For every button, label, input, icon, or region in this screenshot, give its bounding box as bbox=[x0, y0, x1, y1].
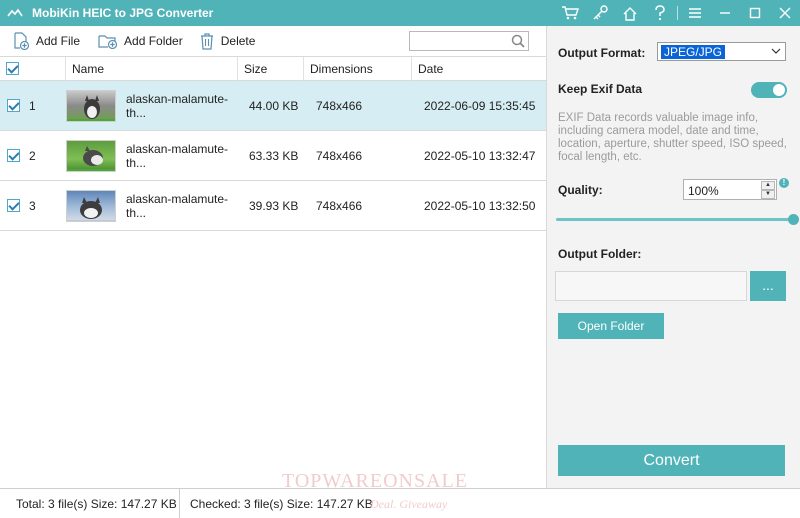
delete-label: Delete bbox=[220, 34, 256, 48]
titlebar-divider bbox=[677, 6, 678, 20]
file-date: 2022-05-10 13:32:50 bbox=[424, 198, 536, 213]
status-total: Total: 3 file(s) Size: 147.27 KB bbox=[0, 488, 180, 518]
add-file-button[interactable]: Add File bbox=[12, 32, 80, 50]
browse-button[interactable]: ... bbox=[750, 271, 786, 301]
keep-exif-toggle[interactable] bbox=[751, 82, 787, 98]
output-format-value: JPEG/JPG bbox=[661, 45, 726, 59]
quality-value: 100% bbox=[688, 184, 719, 198]
convert-button[interactable]: Convert bbox=[558, 445, 785, 476]
watermark-subtext: Deal. Giveaway bbox=[370, 497, 448, 511]
output-format-label: Output Format: bbox=[558, 46, 646, 60]
menu-icon[interactable] bbox=[680, 0, 710, 26]
add-folder-icon bbox=[98, 35, 118, 49]
row-index: 1 bbox=[29, 98, 36, 113]
search-input[interactable] bbox=[409, 31, 529, 51]
file-table: Name Size Dimensions Date 1 alaskan-mala… bbox=[0, 56, 546, 488]
file-size: 39.93 KB bbox=[249, 198, 299, 213]
trash-icon bbox=[200, 32, 213, 50]
add-folder-label: Add Folder bbox=[124, 34, 183, 48]
row-checkbox[interactable] bbox=[7, 199, 20, 212]
key-icon[interactable] bbox=[585, 0, 615, 26]
column-dimensions[interactable]: Dimensions bbox=[304, 56, 412, 81]
file-name: alaskan-malamute-th... bbox=[126, 91, 229, 120]
home-icon[interactable] bbox=[615, 0, 645, 26]
exif-description: EXIF Data records valuable image info, i… bbox=[558, 112, 787, 163]
file-dimensions: 748x466 bbox=[316, 98, 363, 113]
delete-button[interactable]: Delete bbox=[199, 32, 256, 50]
watermark-text: TOPWAREONSALE bbox=[282, 470, 468, 492]
file-size: 63.33 KB bbox=[249, 148, 299, 163]
table-row[interactable]: 3 alaskan-malamute-th... 39.93 KB 748x46… bbox=[0, 181, 546, 231]
settings-panel: Output Format: JPEG/JPG Keep Exif Data E… bbox=[547, 26, 800, 488]
image-thumbnail bbox=[66, 89, 116, 122]
close-icon[interactable] bbox=[770, 0, 800, 26]
quality-label: Quality: bbox=[558, 183, 603, 197]
info-icon[interactable]: ! bbox=[779, 178, 789, 188]
file-name: alaskan-malamute-th... bbox=[126, 141, 229, 170]
output-folder-input[interactable] bbox=[555, 271, 747, 301]
table-row[interactable]: 2 alaskan-malamute-th... 63.33 KB 748x46… bbox=[0, 131, 546, 181]
image-thumbnail bbox=[66, 189, 116, 222]
app-logo-icon bbox=[4, 0, 26, 26]
maximize-icon[interactable] bbox=[740, 0, 770, 26]
column-date[interactable]: Date bbox=[412, 57, 546, 81]
table-header: Name Size Dimensions Date bbox=[0, 56, 546, 81]
quality-slider-thumb[interactable] bbox=[788, 214, 799, 225]
file-dimensions: 748x466 bbox=[316, 148, 363, 163]
open-folder-button[interactable]: Open Folder bbox=[558, 313, 664, 339]
column-name[interactable]: Name bbox=[66, 56, 238, 81]
file-date: 2022-06-09 15:35:45 bbox=[424, 98, 536, 113]
row-checkbox[interactable] bbox=[7, 149, 20, 162]
file-size: 44.00 KB bbox=[249, 98, 299, 113]
title-bar: MobiKin HEIC to JPG Converter bbox=[0, 0, 800, 26]
toolbar: Add File Add Folder Delete bbox=[0, 26, 546, 56]
image-thumbnail bbox=[66, 139, 116, 172]
file-name: alaskan-malamute-th... bbox=[126, 191, 229, 220]
row-checkbox[interactable] bbox=[7, 99, 20, 112]
status-checked: Checked: 3 file(s) Size: 147.27 KB bbox=[190, 496, 373, 511]
file-dimensions: 748x466 bbox=[316, 198, 363, 213]
quality-slider-track[interactable] bbox=[556, 218, 794, 221]
window-title: MobiKin HEIC to JPG Converter bbox=[32, 6, 214, 20]
output-format-select[interactable]: JPEG/JPG bbox=[657, 42, 786, 61]
quality-increment-button[interactable]: ▲ bbox=[761, 181, 775, 190]
keep-exif-label: Keep Exif Data bbox=[558, 82, 643, 96]
select-all-checkbox[interactable] bbox=[6, 62, 19, 75]
file-date: 2022-05-10 13:32:47 bbox=[424, 148, 536, 163]
search-icon[interactable] bbox=[511, 34, 525, 48]
row-index: 2 bbox=[29, 148, 36, 163]
table-row[interactable]: 1 alaskan-malamute-th... 44.00 KB 748x46… bbox=[0, 81, 546, 131]
column-size[interactable]: Size bbox=[238, 56, 304, 81]
minimize-icon[interactable] bbox=[710, 0, 740, 26]
row-index: 3 bbox=[29, 198, 36, 213]
help-icon[interactable] bbox=[645, 0, 675, 26]
add-file-label: Add File bbox=[36, 34, 81, 48]
cart-icon[interactable] bbox=[555, 0, 585, 26]
output-folder-label: Output Folder: bbox=[558, 247, 642, 261]
add-file-icon bbox=[14, 32, 30, 50]
add-folder-button[interactable]: Add Folder bbox=[98, 33, 183, 49]
quality-decrement-button[interactable]: ▼ bbox=[761, 190, 775, 199]
quality-spinbox[interactable]: 100% ▲ ▼ bbox=[683, 179, 777, 200]
select-all-cell bbox=[0, 56, 66, 81]
chevron-down-icon bbox=[771, 48, 781, 54]
